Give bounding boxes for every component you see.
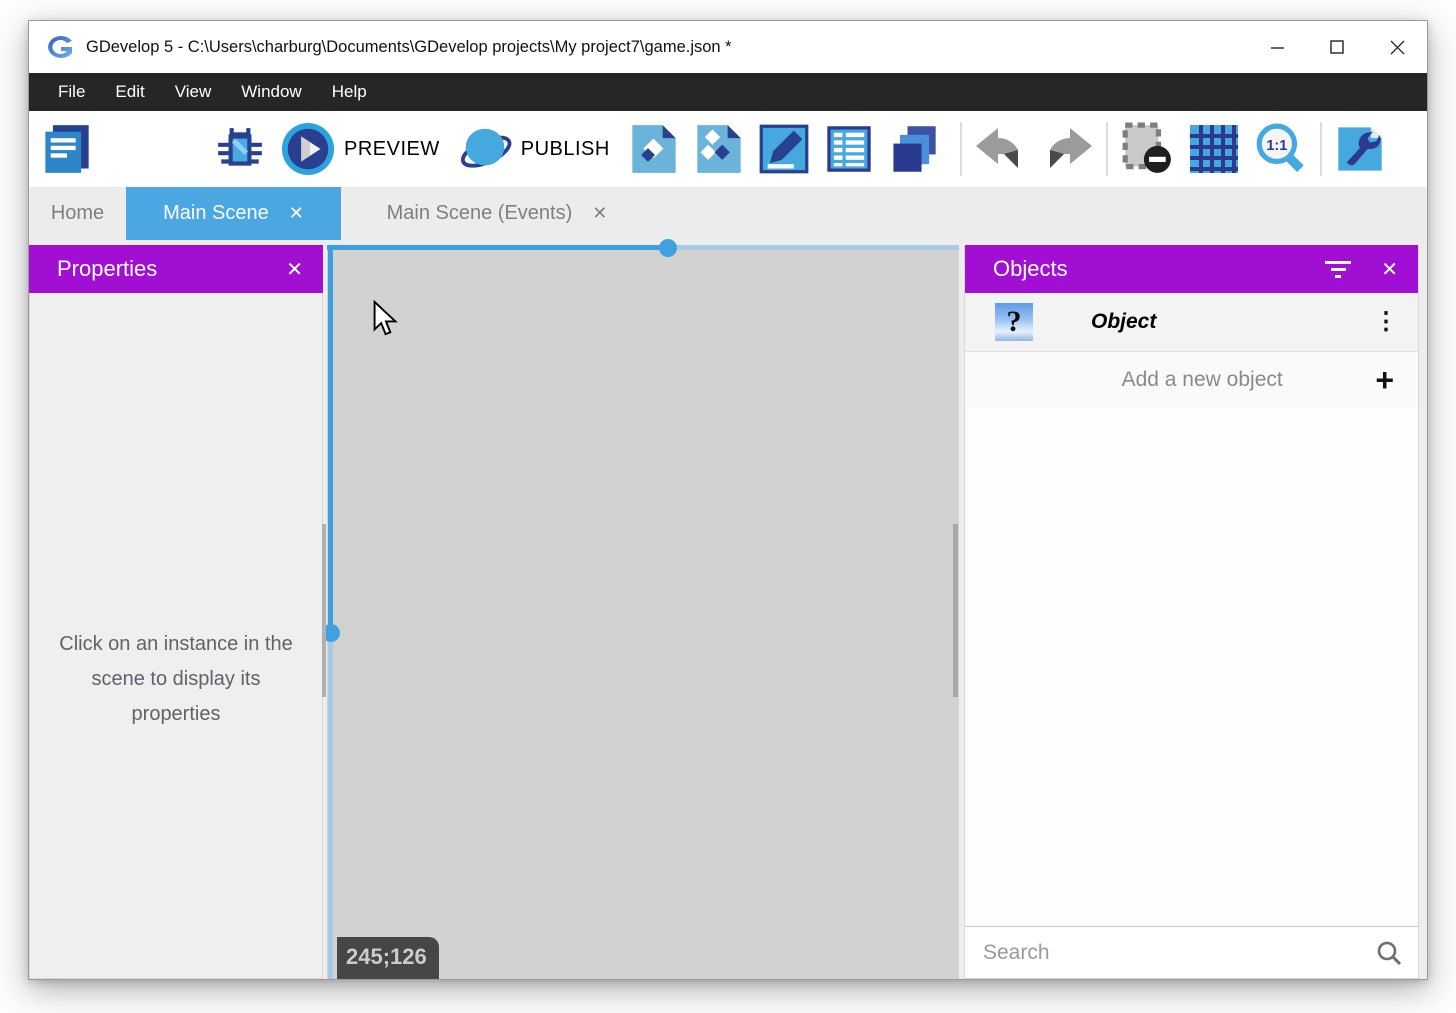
toolbar-separator: [1106, 122, 1108, 176]
tab-main-scene[interactable]: Main Scene ✕: [126, 187, 341, 240]
debugger-icon[interactable]: [215, 124, 265, 174]
redo-icon[interactable]: [1040, 126, 1094, 172]
gdevelop-window: GDevelop 5 - C:\Users\charburg\Documents…: [28, 20, 1428, 980]
toggle-mask-icon[interactable]: [1120, 122, 1174, 176]
scene-border-top-selected: [327, 245, 668, 250]
add-object-label: Add a new object: [989, 368, 1375, 392]
window-controls: [1247, 21, 1427, 73]
events-sheet-icon[interactable]: [823, 123, 875, 175]
svg-text:1:1: 1:1: [1266, 138, 1287, 154]
objects-panel: Objects ✕ ? Object ⋮ Add a new object +: [964, 245, 1419, 979]
tab-main-scene-events[interactable]: Main Scene (Events) ✕: [341, 187, 653, 240]
canvas-scrollbar-left[interactable]: [322, 524, 326, 697]
maximize-button[interactable]: [1307, 21, 1367, 73]
undo-icon[interactable]: [974, 126, 1028, 172]
object-name: Object: [1091, 310, 1374, 334]
properties-empty-message: Click on an instance in the scene to dis…: [48, 627, 304, 732]
close-panel-icon[interactable]: ✕: [1381, 257, 1398, 282]
edit-scene-icon[interactable]: [758, 123, 810, 175]
toolbar-separator: [960, 122, 962, 176]
close-tab-icon[interactable]: ✕: [289, 203, 304, 224]
properties-panel-header: Properties ✕: [29, 245, 323, 293]
menu-help[interactable]: Help: [317, 73, 382, 111]
toggle-grid-icon[interactable]: [1188, 123, 1240, 175]
window-title: GDevelop 5 - C:\Users\charburg\Documents…: [86, 38, 1247, 57]
tab-home[interactable]: Home: [29, 187, 126, 240]
toolbar-separator: [1320, 122, 1322, 176]
objects-search-bar: [965, 926, 1418, 978]
menu-window[interactable]: Window: [226, 73, 316, 111]
plus-icon: +: [1375, 364, 1394, 396]
close-tab-icon[interactable]: ✕: [592, 203, 607, 224]
scene-canvas[interactable]: 245;126: [327, 245, 959, 979]
toolbar: PREVIEW PUBLISH: [29, 111, 1427, 187]
menu-edit[interactable]: Edit: [100, 73, 159, 111]
scene-border-left-selected: [328, 245, 333, 633]
project-manager-icon[interactable]: [41, 123, 93, 175]
canvas-scrollbar-right[interactable]: [953, 524, 958, 697]
zoom-original-icon[interactable]: 1:1: [1254, 122, 1308, 176]
object-thumbnail-icon: ?: [995, 303, 1033, 341]
search-input[interactable]: [983, 941, 1376, 965]
tab-label: Home: [51, 202, 104, 225]
publish-globe-icon[interactable]: [458, 122, 512, 176]
objects-panel-title: Objects: [993, 256, 1068, 282]
mouse-cursor-icon: [371, 300, 399, 336]
tab-label: Main Scene: [163, 202, 269, 225]
close-button[interactable]: [1367, 21, 1427, 73]
object-menu-icon[interactable]: ⋮: [1374, 310, 1398, 334]
resize-handle-top[interactable]: [659, 239, 677, 257]
properties-panel: Properties ✕ Click on an instance in the…: [29, 245, 323, 979]
tab-label: Main Scene (Events): [387, 202, 573, 225]
menu-bar: File Edit View Window Help: [29, 73, 1427, 111]
properties-panel-title: Properties: [57, 256, 157, 282]
scene-border-top: [668, 245, 959, 250]
objects-editor-icon[interactable]: [693, 123, 745, 175]
main-content: Properties ✕ Click on an instance in the…: [29, 240, 1427, 979]
menu-view[interactable]: View: [160, 73, 227, 111]
close-panel-icon[interactable]: ✕: [286, 257, 303, 282]
scene-border-left: [328, 633, 333, 979]
minimize-button[interactable]: [1247, 21, 1307, 73]
publish-button[interactable]: PUBLISH: [521, 138, 610, 161]
layers-icon[interactable]: [888, 123, 940, 175]
objects-list-empty-area: [965, 408, 1418, 926]
object-list-item[interactable]: ? Object ⋮: [965, 293, 1418, 352]
tab-bar: Home Main Scene ✕ Main Scene (Events) ✕: [29, 187, 1427, 240]
menu-file[interactable]: File: [43, 73, 100, 111]
gdevelop-logo-icon: [42, 33, 76, 61]
objects-panel-header: Objects ✕: [965, 245, 1418, 293]
scene-editor-icon[interactable]: [628, 123, 680, 175]
cursor-coordinates-badge: 245;126: [337, 937, 439, 979]
preview-button[interactable]: PREVIEW: [344, 138, 440, 161]
preview-play-icon[interactable]: [281, 122, 335, 176]
properties-panel-body: Click on an instance in the scene to dis…: [29, 293, 323, 979]
tools-icon[interactable]: [1334, 123, 1386, 175]
filter-icon[interactable]: [1325, 257, 1351, 282]
search-icon[interactable]: [1376, 940, 1402, 966]
add-object-row[interactable]: Add a new object +: [965, 352, 1418, 408]
title-bar: GDevelop 5 - C:\Users\charburg\Documents…: [29, 21, 1427, 73]
